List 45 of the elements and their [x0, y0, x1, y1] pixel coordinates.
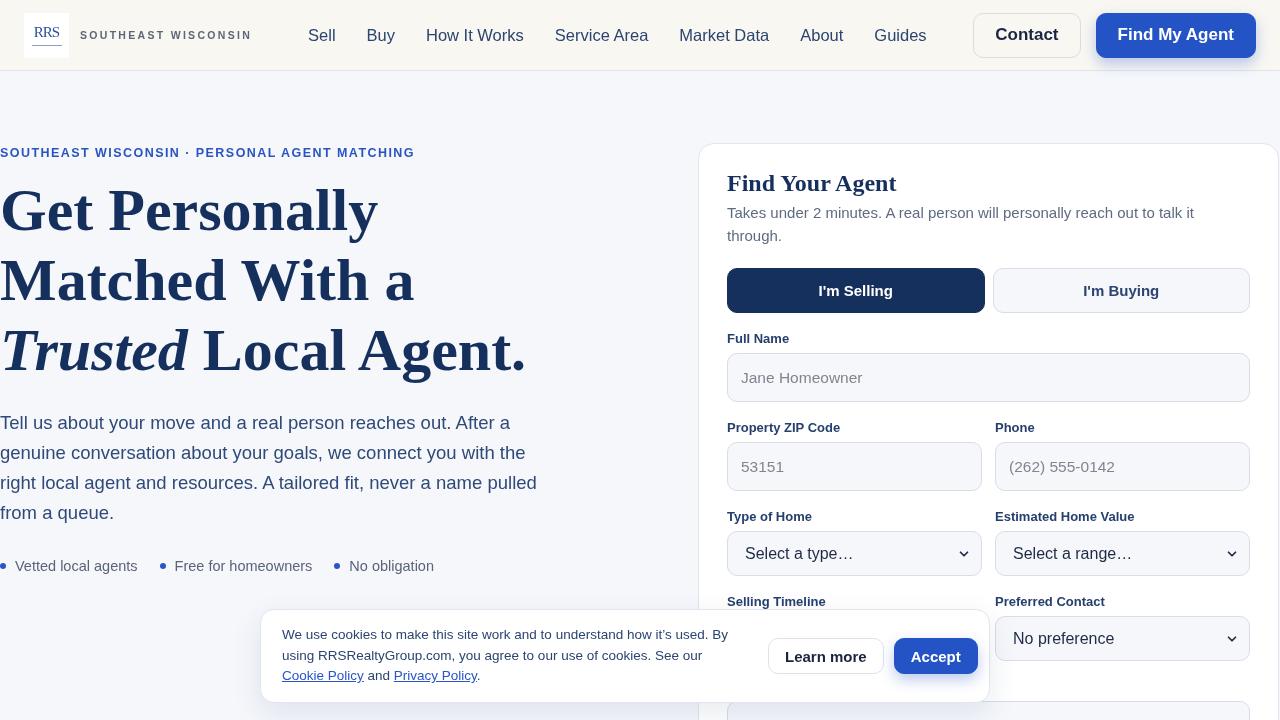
contact-button[interactable]: Contact	[973, 12, 1081, 58]
field-label: Type of Home	[727, 508, 813, 525]
nav-link[interactable]: Buy	[366, 25, 395, 45]
field-label: Estimated Home Value	[995, 508, 1136, 525]
select-field[interactable]: No preference	[995, 616, 1250, 661]
policy-link[interactable]: Privacy Policy	[393, 668, 477, 684]
select-value: Select a range…	[1013, 544, 1133, 563]
text-input[interactable]: 53151	[727, 442, 982, 491]
field-label: Preferred Contact	[995, 593, 1106, 610]
cookie-message: We use cookies to make this site work and to understand how it’s used. By using RRSRealtyGroup.com, you agree to our use of cookies. See our Cookie Policy and Privacy Policy.	[282, 626, 729, 686]
dot-icon	[0, 563, 6, 569]
nav-link[interactable]: Guides	[874, 25, 927, 45]
select-value: Select a type…	[745, 544, 854, 563]
nav-link[interactable]: About	[800, 25, 844, 45]
select-field[interactable]: Select a range…	[995, 531, 1250, 576]
policy-link[interactable]: Cookie Policy	[282, 668, 364, 684]
form-title: Find Your Agent	[727, 169, 898, 198]
dot-icon	[159, 563, 166, 569]
field-label: Phone	[995, 419, 1036, 436]
brand-region: SOUTHEAST WISCONSIN	[80, 29, 253, 41]
nav-link[interactable]: Market Data	[679, 25, 770, 45]
select-value: No preference	[1013, 629, 1115, 648]
mode-toggle[interactable]: I'm Selling	[727, 268, 985, 313]
learn-more-button[interactable]: Learn more	[768, 638, 884, 674]
nav-link[interactable]: Sell	[308, 25, 336, 45]
accept-button[interactable]: Accept	[893, 638, 978, 674]
nav-link[interactable]: Service Area	[554, 25, 649, 45]
highlight-text: Free for homeowners	[174, 557, 313, 575]
eyebrow-text: SOUTHEAST WISCONSIN · PERSONAL AGENT MATCHING	[0, 145, 417, 161]
hero-intro: Tell us about your move and a real person reaches out. After a genuine conversation about your goals, we connect you with the right local agent and resources. A tailored fit, never a name pulled from a queue.	[0, 411, 538, 525]
select-field[interactable]: Select a type…	[727, 531, 982, 576]
highlight-text: No obligation	[349, 557, 434, 575]
text-input[interactable]: Jane Homeowner	[727, 353, 1250, 402]
mode-toggle[interactable]: I'm Buying	[992, 268, 1250, 313]
text-input[interactable]: (262) 555-0142	[995, 442, 1250, 491]
field-label: Property ZIP Code	[727, 419, 842, 436]
hero-heading: Get Personally Matched With a Trusted Local Agent.	[0, 176, 528, 385]
dot-icon	[334, 563, 341, 569]
field-label: Selling Timeline	[727, 593, 827, 610]
find-agent-button[interactable]: Find My Agent	[1095, 12, 1256, 58]
logo[interactable]: RRS	[24, 12, 69, 58]
field-label: Full Name	[727, 330, 791, 347]
nav-link[interactable]: How It Works	[426, 25, 524, 45]
form-subtitle: Takes under 2 minutes. A real person will personally reach out to talk it through.	[727, 203, 1195, 246]
highlight-text: Vetted local agents	[15, 557, 138, 575]
